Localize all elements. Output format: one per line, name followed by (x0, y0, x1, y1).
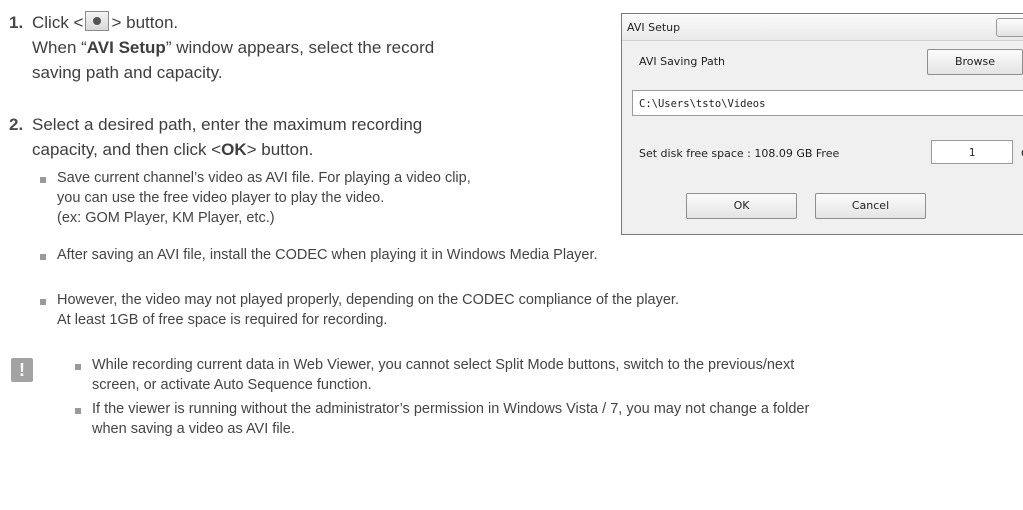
step-2-number: 2. (9, 115, 24, 134)
free-space-label: Set disk free space : 108.09 GB Free (639, 147, 840, 160)
step-1-line-2: When “AVI Setup” window appears, select … (32, 36, 434, 59)
browse-button[interactable]: Browse (927, 49, 1023, 75)
record-button-icon (85, 11, 110, 31)
step-1-text-b: > button. (111, 13, 179, 32)
ok-emphasis: OK (221, 140, 247, 159)
step-1-text-d: ” window appears, select the record (165, 38, 435, 57)
step-2-text-b: > button. (246, 140, 314, 159)
warning-1-line-1: While recording current data in Web View… (92, 357, 795, 373)
dialog-titlebar: AVI Setup (622, 14, 1023, 41)
square-bullet-icon (40, 254, 46, 260)
saving-path-value: C:\Users\tsto\Videos (639, 98, 766, 110)
step-1-text-c: When “ (32, 38, 87, 57)
ok-button[interactable]: OK (686, 193, 797, 219)
step-2-line-1: Select a desired path, enter the maximum… (32, 115, 423, 134)
step-1-line-1: Click < > button. (32, 11, 178, 34)
square-bullet-icon (40, 299, 46, 305)
step-1-text-a: Click < (32, 13, 84, 32)
avi-setup-dialog: AVI Setup AVI Saving Path Browse C:\User… (621, 13, 1023, 235)
square-bullet-icon (75, 364, 81, 370)
square-bullet-icon (40, 177, 46, 183)
saving-path-label: AVI Saving Path (639, 55, 725, 68)
capacity-input[interactable]: 1 (931, 140, 1013, 164)
step-2-text-a: capacity, and then click < (32, 140, 222, 159)
step-2-line-2: capacity, and then click <OK> button. (32, 138, 313, 161)
close-button[interactable] (996, 18, 1023, 37)
step-1-number: 1. (9, 13, 24, 32)
dialog-title: AVI Setup (627, 21, 681, 34)
note-codec-compliance: However, the video may not played proper… (57, 292, 679, 308)
warning-2-line-2: when saving a video as AVI file. (92, 421, 295, 437)
step-2-bullet-line-1: Save current channel’s video as AVI file… (57, 170, 471, 186)
warning-2-line-1: If the viewer is running without the adm… (92, 401, 810, 417)
capacity-value: 1 (968, 147, 976, 159)
square-bullet-icon (75, 408, 81, 414)
step-2-bullet-line-2: you can use the free video player to pla… (57, 190, 385, 206)
exclamation-icon: ! (11, 358, 33, 382)
step-2-bullet-line-3: (ex: GOM Player, KM Player, etc.) (57, 210, 275, 226)
warning-1-line-2: screen, or activate Auto Sequence functi… (92, 377, 372, 393)
note-free-space: At least 1GB of free space is required f… (57, 312, 388, 328)
saving-path-field[interactable]: C:\Users\tsto\Videos (632, 90, 1023, 116)
note-codec-install: After saving an AVI file, install the CO… (57, 247, 598, 263)
cancel-button[interactable]: Cancel (815, 193, 926, 219)
step-1-line-3: saving path and capacity. (32, 63, 223, 82)
avi-setup-emphasis: AVI Setup (86, 38, 166, 57)
